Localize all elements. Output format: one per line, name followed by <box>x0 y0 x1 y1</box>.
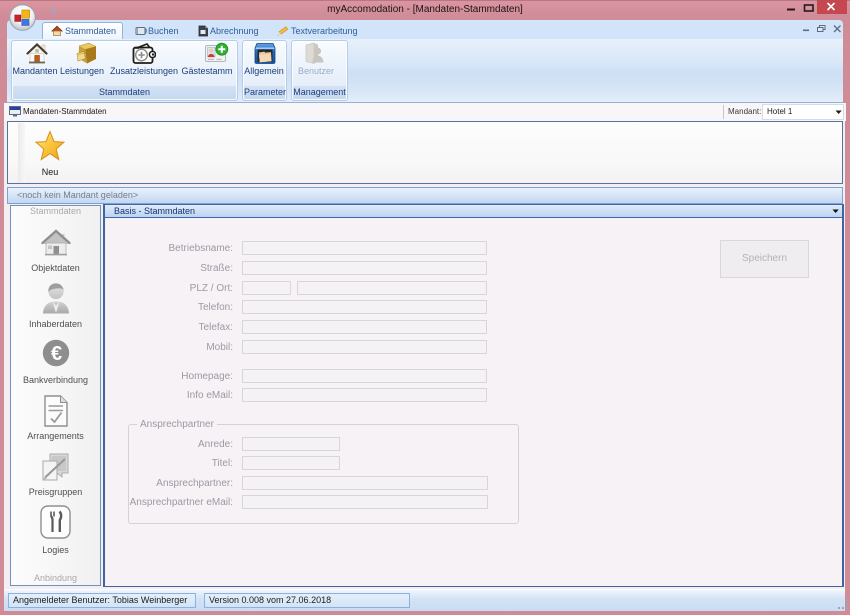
svg-text:€: € <box>51 343 62 365</box>
